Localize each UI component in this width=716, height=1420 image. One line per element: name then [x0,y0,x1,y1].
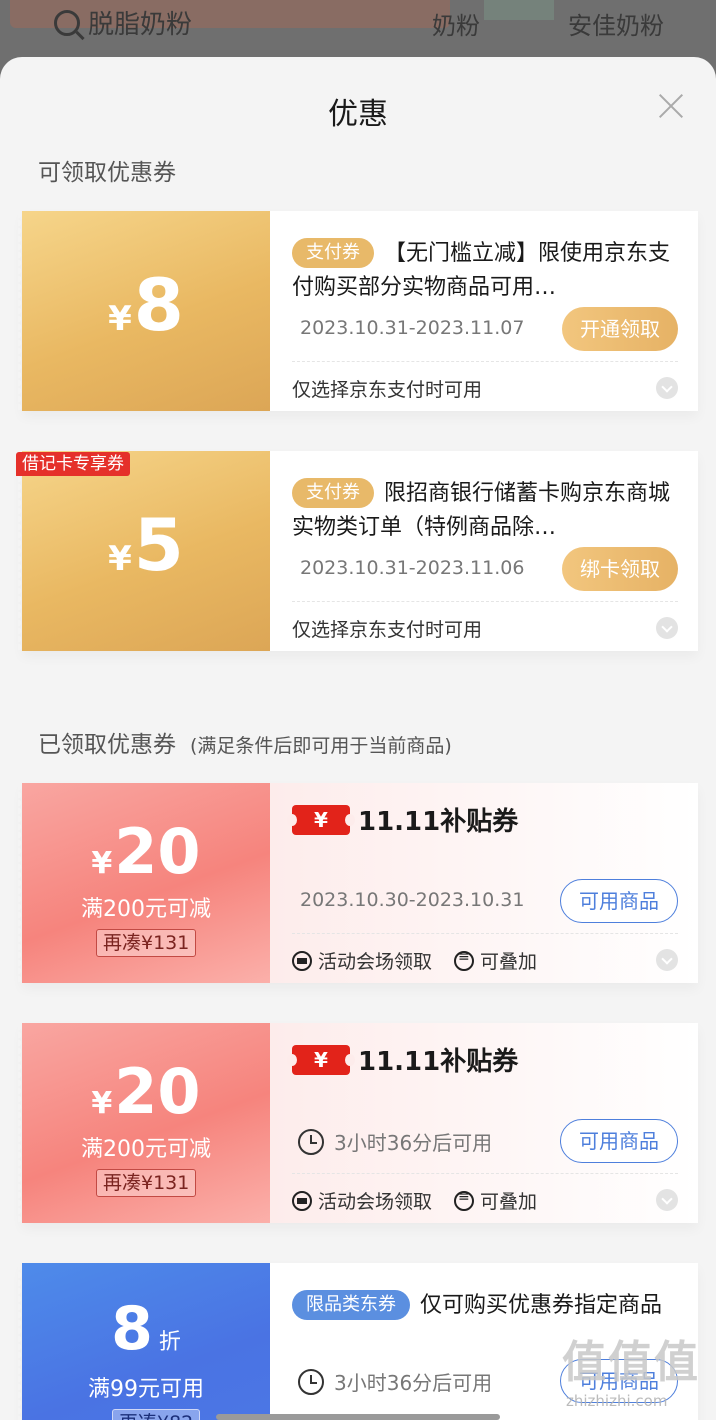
search-text: 脱脂奶粉 [88,10,193,40]
coupon-footer: 仅选择京东支付时可用 [292,619,483,641]
home-indicator[interactable] [216,1414,500,1420]
coupon-card: ¥8 支付券 【无门槛立减】限使用京东支付购买部分实物商品可用… 2023.10.… [18,211,698,411]
coupon-card: ¥5 支付券 限招商银行储蓄卡购京东商城实物类订单（特例商品除… 2023.10.… [18,451,698,651]
coupon-detail: 支付券 【无门槛立减】限使用京东支付购买部分实物商品可用… 2023.10.31-… [270,211,698,411]
divider [292,361,678,362]
coupon-sheet: 优惠 可领取优惠券 ¥8 支付券 【无门槛立减】限使用京东支付购买部分实物商品可用… [0,57,716,1420]
coupon-footer: 活动会场领取 可叠加 [292,1187,537,1214]
coupon-detail: ¥ 11.11补贴券 3小时36分后可用 可用商品 活动会场领取 可叠加 [270,1023,698,1223]
bind-card-claim-button[interactable]: 绑卡领取 [562,547,678,591]
venue-icon [292,1190,312,1211]
coupon-amount: ¥5 [108,503,184,587]
close-icon[interactable] [658,93,684,119]
more-needed-badge[interactable]: 再凑¥131 [96,1169,197,1197]
coupon-card: ¥20 满200元可减 再凑¥131 ¥ 11.11补贴券 2023.10.30… [18,783,698,983]
divider [292,933,678,934]
coupon-detail: ¥ 11.11补贴券 2023.10.30-2023.10.31 可用商品 活动… [270,783,698,983]
coupon-value-panel: 8折 满99元可用 再凑¥82 [18,1263,270,1420]
chevron-down-icon[interactable] [656,949,678,971]
sheet-title: 优惠 [328,97,388,132]
red-envelope-icon: ¥ [287,804,355,835]
chevron-down-icon[interactable] [656,377,678,399]
claimed-section-note: (满足条件后即可用于当前商品) [190,735,452,757]
chevron-down-icon[interactable] [656,617,678,639]
activate-claim-button[interactable]: 开通领取 [562,307,678,351]
coupon-value-panel: ¥20 满200元可减 再凑¥131 [18,1023,270,1223]
coupon-value-panel: ¥8 [18,211,270,411]
watermark-logo: 值值值 [562,1337,700,1388]
search-bar[interactable]: 脱脂奶粉 [54,4,192,41]
coupon-footer: 活动会场领取 可叠加 [292,947,537,974]
coupon-title: 支付券 限招商银行储蓄卡购京东商城实物类订单（特例商品除… [292,477,672,545]
coupon-value-panel: ¥20 满200元可减 再凑¥131 [18,783,270,983]
coupon-card: ¥20 满200元可减 再凑¥131 ¥ 11.11补贴券 3小时36分后可用 … [18,1023,698,1223]
coupon-tag: 限品类东券 [292,1290,410,1320]
red-envelope-icon: ¥ [287,1044,355,1075]
countdown-text: 3小时36分后可用 [334,1131,493,1155]
stackable-icon [454,1189,475,1211]
product-thumbnail [484,0,554,20]
countdown: 3小时36分后可用 [298,1127,492,1156]
subsidy-title: ¥ 11.11补贴券 [287,801,519,838]
subsidy-label: 11.11补贴券 [358,1047,519,1077]
coupon-date: 2023.10.31-2023.11.06 [300,557,525,579]
coupon-tag: 支付券 [292,238,374,268]
coupon-condition: 满200元可减 [81,897,211,922]
more-needed-badge[interactable]: 再凑¥131 [96,929,197,957]
background-tab-anchor-milk[interactable]: 安佳奶粉 [568,6,664,41]
coupon-discount: 8折 [111,1294,181,1364]
chevron-down-icon[interactable] [656,1189,678,1211]
coupon-tag: 支付券 [292,478,374,508]
applicable-products-button[interactable]: 可用商品 [560,879,678,923]
applicable-products-button[interactable]: 可用商品 [560,1119,678,1163]
more-needed-badge[interactable]: 再凑¥82 [112,1409,201,1420]
available-section-title: 可领取优惠券 [38,153,176,187]
background-tab-milk-powder[interactable]: 奶粉 [432,6,480,41]
claimed-section-label: 已领取优惠券 [38,732,176,758]
watermark-url: zhizhizhi.com [566,1392,668,1410]
coupon-amount: ¥8 [108,263,184,347]
claimed-section-title: 已领取优惠券 (满足条件后即可用于当前商品) [38,725,452,759]
available-section-label: 可领取优惠券 [38,160,176,186]
clock-icon [298,1368,324,1395]
search-icon [54,9,80,36]
clock-icon [298,1128,324,1155]
divider [292,601,678,602]
coupon-condition: 满99元可用 [88,1377,204,1402]
subsidy-label: 11.11补贴券 [358,807,519,837]
coupon-title: 限品类东券 仅可购买优惠券指定商品 [292,1289,672,1323]
stackable-icon [454,949,475,971]
countdown-text: 3小时36分后可用 [334,1371,493,1395]
coupon-date: 2023.10.30-2023.10.31 [300,889,525,911]
subsidy-title: ¥ 11.11补贴券 [287,1041,519,1078]
debit-card-badge: 借记卡专享券 [16,452,130,476]
coupon-date: 2023.10.31-2023.11.07 [300,317,525,339]
coupon-amount: ¥20 [91,815,201,888]
venue-icon [292,950,312,971]
countdown: 3小时36分后可用 [298,1367,492,1396]
coupon-title: 支付券 【无门槛立减】限使用京东支付购买部分实物商品可用… [292,237,672,305]
coupon-footer: 仅选择京东支付时可用 [292,379,483,401]
coupon-condition: 满200元可减 [81,1137,211,1162]
coupon-value-panel: ¥5 [18,451,270,651]
coupon-detail: 支付券 限招商银行储蓄卡购京东商城实物类订单（特例商品除… 2023.10.31-… [270,451,698,651]
divider [292,1173,678,1174]
coupon-amount: ¥20 [91,1055,201,1128]
